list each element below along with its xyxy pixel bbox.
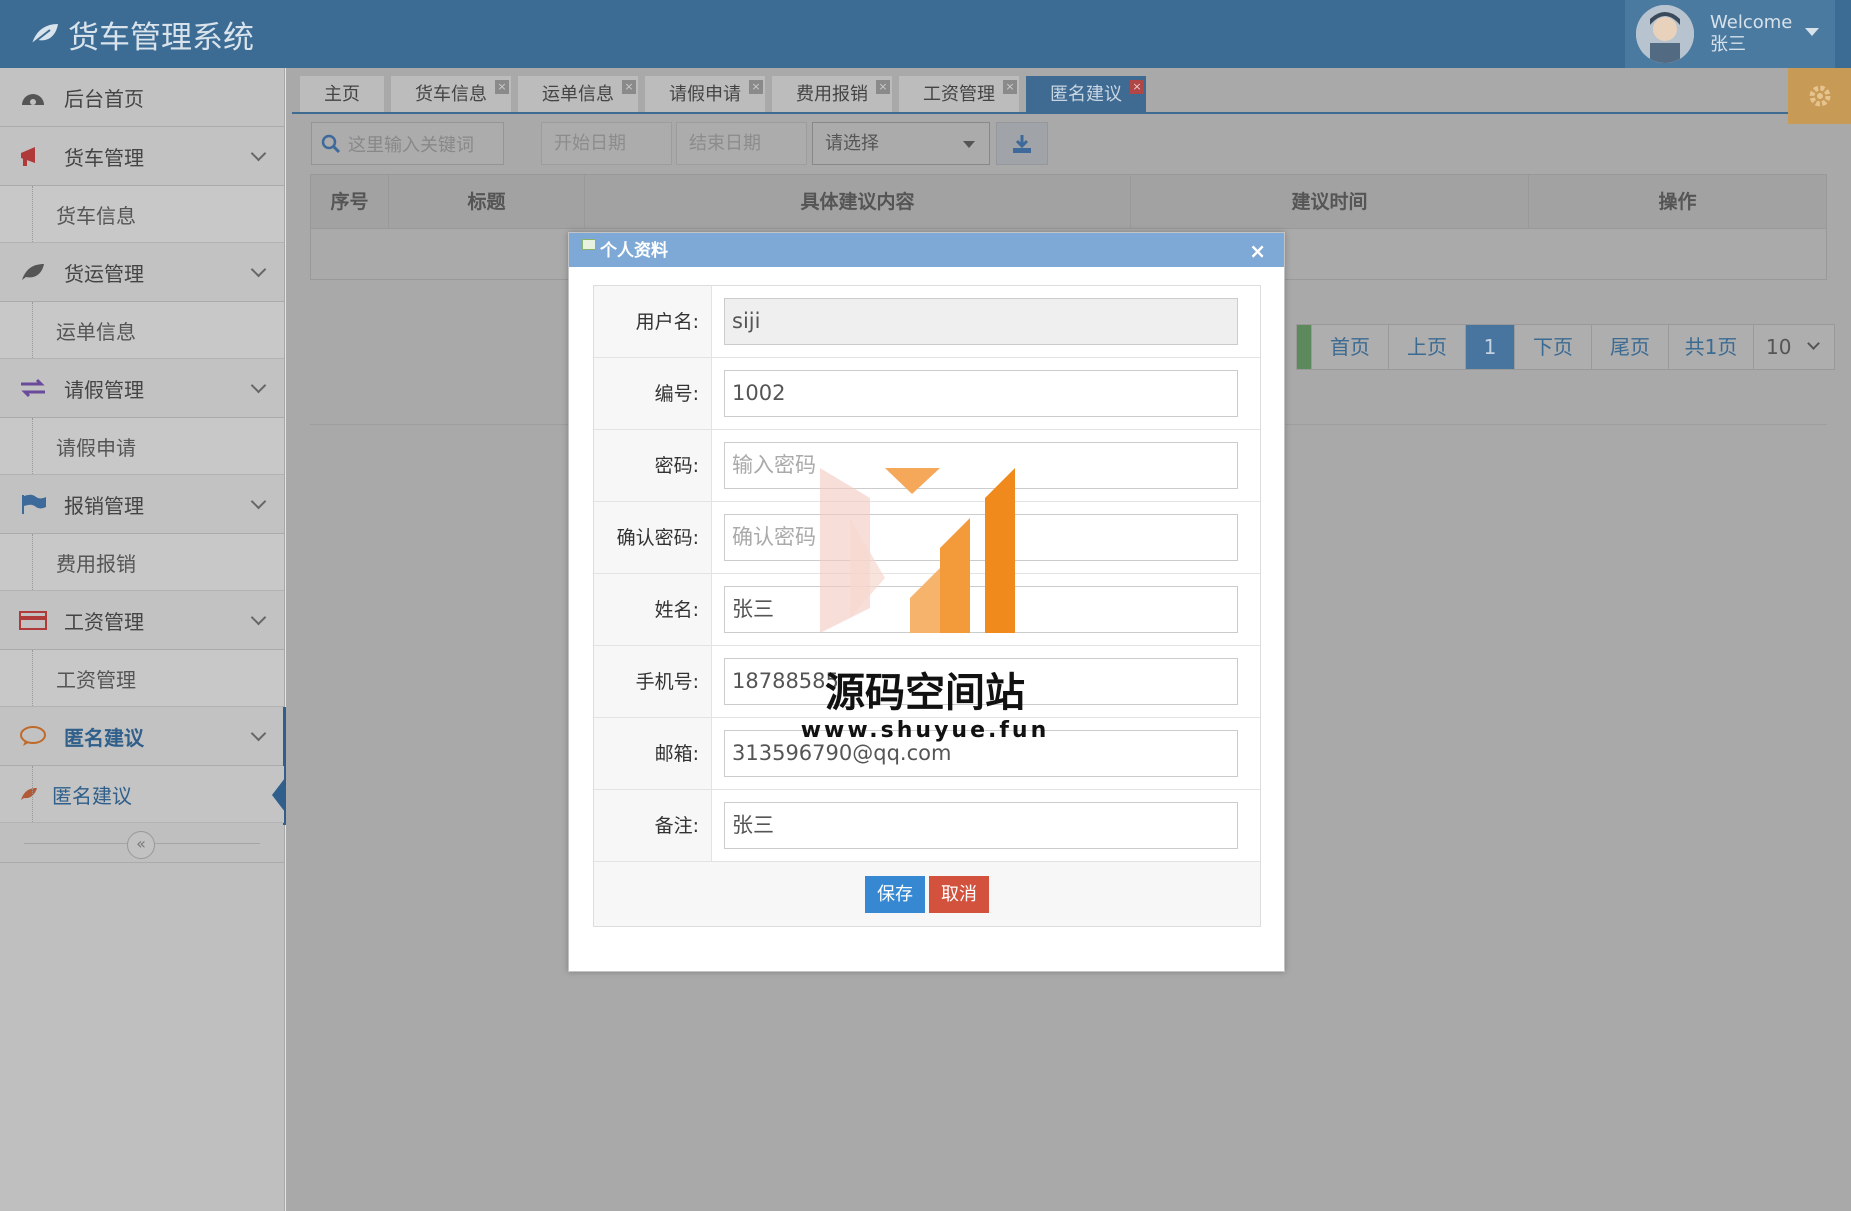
chevron-down-icon: [250, 145, 267, 162]
app-title: 货车管理系统: [68, 19, 254, 56]
watermark-url: www.shuyue.fun: [800, 718, 1050, 743]
exchange-icon: [18, 378, 48, 398]
sidebar-item-salary[interactable]: 工资管理: [0, 650, 284, 707]
name-label: 姓名:: [594, 574, 712, 645]
tab-truck-info[interactable]: 货车信息 ×: [391, 76, 511, 112]
column-header: 操作: [1658, 191, 1697, 213]
remark-field[interactable]: 张三: [724, 802, 1238, 849]
end-date-input[interactable]: 结束日期: [676, 122, 807, 165]
sidebar-item-truck-info[interactable]: 货车信息: [0, 186, 284, 243]
tab-leave-request[interactable]: 请假申请 ×: [645, 76, 765, 112]
sidebar-item-expense[interactable]: 费用报销: [0, 534, 284, 591]
total-pages: 共1页: [1668, 324, 1754, 370]
tab-suggestion[interactable]: 匿名建议 ×: [1026, 76, 1146, 112]
tab-waybill[interactable]: 运单信息 ×: [518, 76, 638, 112]
username-label: 用户名:: [594, 286, 712, 357]
start-date-input[interactable]: 开始日期: [541, 122, 672, 165]
prev-page-button[interactable]: 上页: [1388, 324, 1466, 370]
page-size-select[interactable]: 10: [1753, 324, 1835, 370]
flag-icon: [18, 493, 48, 515]
column-header: 具体建议内容: [585, 175, 1131, 228]
username-field[interactable]: siji: [724, 298, 1238, 345]
filter-select[interactable]: 请选择: [812, 122, 990, 165]
search-input[interactable]: 这里输入关键词: [311, 122, 504, 165]
chevron-down-icon: [250, 261, 267, 278]
confirm-password-label: 确认密码:: [594, 502, 712, 573]
search-icon: [321, 134, 341, 153]
chevron-down-icon: [250, 725, 267, 742]
user-name: 张三: [1710, 34, 1746, 55]
chevron-down-icon: [250, 493, 267, 510]
number-label: 编号:: [594, 358, 712, 429]
avatar: [1636, 5, 1694, 63]
leaf-icon: [18, 262, 48, 282]
tab-home[interactable]: 主页: [300, 76, 384, 112]
sidebar-group-truck[interactable]: 货车管理: [0, 127, 284, 186]
download-icon: [1013, 134, 1031, 153]
dialog-title: 个人资料: [600, 241, 668, 261]
window-icon: [582, 239, 596, 250]
tab-expense[interactable]: 费用报销 ×: [772, 76, 892, 112]
chevron-down-icon: [250, 377, 267, 394]
password-label: 密码:: [594, 430, 712, 501]
dashboard-icon: [18, 87, 48, 107]
remark-label: 备注:: [594, 790, 712, 861]
cancel-button[interactable]: 取消: [929, 875, 989, 913]
number-field[interactable]: 1002: [724, 370, 1238, 417]
app-logo: 货车管理系统: [30, 12, 254, 56]
chevron-down-icon: [250, 609, 267, 626]
pagination: 首页 上页 1 下页 尾页 共1页 10: [1296, 324, 1835, 370]
sidebar-item-home[interactable]: 后台首页: [0, 68, 284, 127]
save-button[interactable]: 保存: [865, 875, 925, 913]
leaf-icon: [31, 24, 58, 45]
leaf-icon: [20, 787, 38, 801]
phone-label: 手机号:: [594, 646, 712, 717]
sidebar-item-leave-request[interactable]: 请假申请: [0, 418, 284, 475]
watermark-logo: [820, 468, 1015, 633]
sidebar-group-reimburse[interactable]: 报销管理: [0, 475, 284, 534]
column-header: 序号: [311, 175, 389, 228]
column-header: 建议时间: [1131, 175, 1529, 228]
caret-down-icon: [963, 141, 975, 148]
sidebar: 后台首页 货车管理 货车信息 货运管理 运单信息 请假管理 请假申请 报销管理 …: [0, 68, 286, 1211]
close-icon[interactable]: ×: [876, 80, 890, 94]
sidebar-group-shipping[interactable]: 货运管理: [0, 243, 284, 302]
search-placeholder: 这里输入关键词: [348, 134, 474, 156]
megaphone-icon: [18, 145, 48, 167]
sidebar-group-suggestion[interactable]: 匿名建议: [0, 707, 286, 825]
tab-salary[interactable]: 工资管理 ×: [899, 76, 1019, 112]
watermark-name: 源码空间站: [825, 670, 1025, 716]
table-header: 序号 标题 具体建议内容 建议时间 操作: [311, 175, 1826, 229]
credit-card-icon: [18, 610, 48, 630]
gear-icon[interactable]: [1788, 68, 1851, 124]
sidebar-group-leave[interactable]: 请假管理: [0, 359, 284, 418]
email-label: 邮箱:: [594, 718, 712, 789]
caret-down-icon[interactable]: [1805, 28, 1819, 36]
comment-icon: [18, 725, 48, 747]
current-page-button[interactable]: 1: [1465, 324, 1515, 370]
sidebar-item-suggestion[interactable]: 匿名建议: [0, 766, 285, 823]
first-page-button[interactable]: 首页: [1311, 324, 1389, 370]
column-header: 标题: [389, 175, 585, 228]
user-menu[interactable]: Welcome 张三: [1625, 0, 1835, 68]
dialog-header: 个人资料 ×: [569, 233, 1284, 267]
export-button[interactable]: [996, 122, 1048, 165]
close-icon[interactable]: ×: [1249, 233, 1266, 269]
top-header: 货车管理系统 Welcome 张三: [0, 0, 1851, 68]
close-icon[interactable]: ×: [1130, 80, 1144, 94]
last-page-button[interactable]: 尾页: [1591, 324, 1669, 370]
close-icon[interactable]: ×: [495, 80, 509, 94]
sidebar-collapse: «: [0, 823, 284, 863]
close-icon[interactable]: ×: [622, 80, 636, 94]
close-icon[interactable]: ×: [749, 80, 763, 94]
close-icon[interactable]: ×: [1003, 80, 1017, 94]
collapse-button[interactable]: «: [127, 831, 155, 859]
chevron-down-icon: [1807, 337, 1820, 350]
sidebar-item-waybill[interactable]: 运单信息: [0, 302, 284, 359]
welcome-text: Welcome: [1710, 12, 1793, 33]
next-page-button[interactable]: 下页: [1514, 324, 1592, 370]
sidebar-group-salary[interactable]: 工资管理: [0, 591, 284, 650]
tab-bar: 主页 货车信息 × 运单信息 × 请假申请 × 费用报销 × 工资管理 × 匿名建议 ×: [300, 76, 1153, 112]
dialog-actions: 保存 取消: [594, 862, 1260, 926]
